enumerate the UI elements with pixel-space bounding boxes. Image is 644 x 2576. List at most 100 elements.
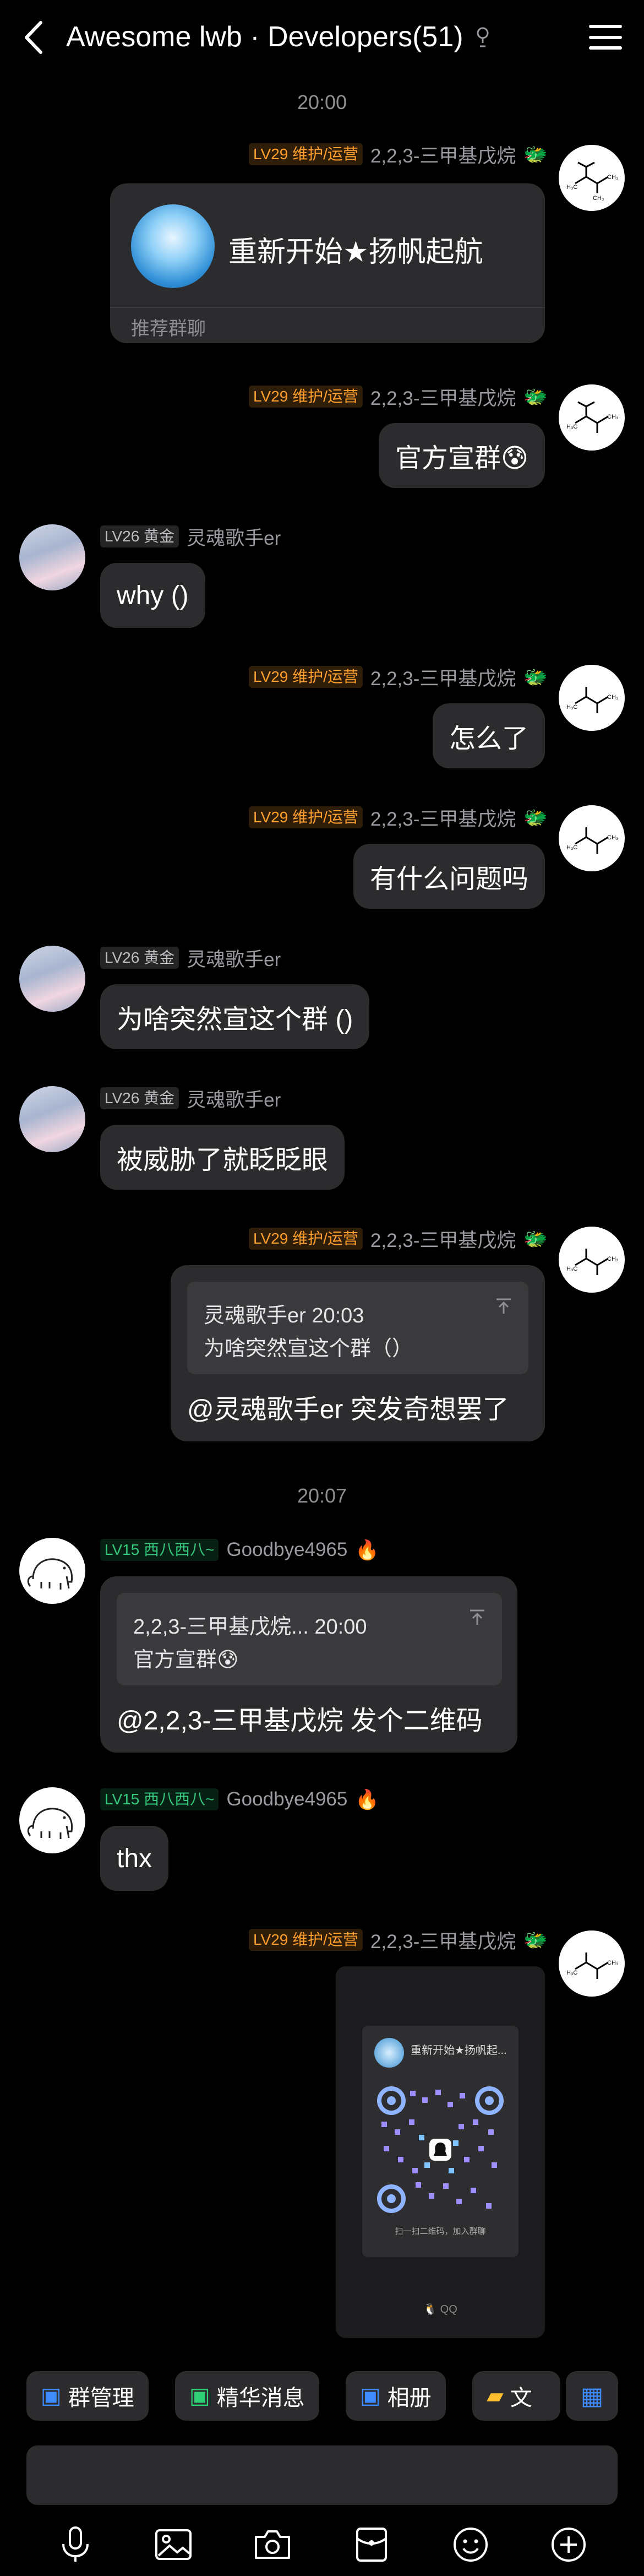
message-input[interactable] <box>26 2445 618 2505</box>
sender-meta: LV29 维护/运营 2,2,3-三甲基戊烷 🐲 <box>249 1227 548 1251</box>
microphone-icon[interactable] <box>53 2523 97 2567</box>
image-icon[interactable] <box>151 2523 195 2567</box>
sender-name[interactable]: 2,2,3-三甲基戊烷 <box>370 1926 516 1954</box>
sender-name[interactable]: 灵魂歌手er <box>187 1084 281 1113</box>
svg-text:CH₃: CH₃ <box>607 1256 618 1262</box>
album-icon: ▣ <box>360 2384 381 2408</box>
sender-icon: 🐲 <box>523 1228 548 1250</box>
svg-text:CH₃: CH₃ <box>607 414 618 420</box>
sender-meta: LV26 黄金 灵魂歌手er <box>100 946 281 970</box>
quoted-message[interactable]: 2,2,3-三甲基戊烷... 20:00 官方宣群😰 <box>117 1593 502 1685</box>
avatar[interactable] <box>19 1086 85 1152</box>
svg-text:CH₃: CH₃ <box>607 174 618 181</box>
svg-text:H₃C: H₃C <box>566 704 577 711</box>
quick-toolbar: ▣ 群管理 ▣ 精华消息 ▣ 相册 ▰ 文 ▦ <box>0 2360 644 2421</box>
sender-icon: 🐲 <box>523 143 548 165</box>
svg-text:CH₃: CH₃ <box>593 195 604 202</box>
reply-bubble[interactable]: 灵魂歌手er 20:03 为啥突然宣这个群（） @灵魂歌手er 突发奇想罢了 <box>171 1265 545 1441</box>
sender-icon: 🐲 <box>523 1929 548 1951</box>
album-button[interactable]: ▣ 相册 <box>346 2371 446 2421</box>
svg-text:CH₃: CH₃ <box>607 694 618 701</box>
sender-name[interactable]: 2,2,3-三甲基戊烷 <box>370 1225 516 1253</box>
qr-title: 重新开始★扬帆起... <box>411 2044 507 2057</box>
avatar[interactable] <box>19 1538 85 1604</box>
emoji-icon[interactable] <box>449 2523 493 2567</box>
sender-icon: 🔥 <box>355 1788 379 1810</box>
message-bubble[interactable]: why () <box>100 563 205 628</box>
highlight-message-icon: ▣ <box>189 2384 210 2408</box>
group-share-card[interactable]: 重新开始★扬帆起航 推荐群聊 <box>110 183 545 343</box>
sender-meta: LV29 维护/运营 2,2,3-三甲基戊烷 🐲 <box>249 804 548 832</box>
more-apps-button[interactable]: ▦ <box>566 2371 618 2421</box>
divider <box>110 307 545 308</box>
chat-title: Awesome lwb · Developers(51) <box>66 21 463 53</box>
avatar[interactable]: H₃C CH₃ <box>559 665 625 731</box>
sender-meta: LV29 维护/运营 2,2,3-三甲基戊烷 🐲 <box>249 140 548 169</box>
jump-to-top-icon[interactable] <box>494 1297 513 1316</box>
card-title: 重新开始★扬帆起航 <box>228 236 483 268</box>
group-manage-button[interactable]: ▣ 群管理 <box>26 2371 149 2421</box>
sender-meta: LV26 黄金 灵魂歌手er <box>100 1084 281 1113</box>
files-button[interactable]: ▰ 文 <box>472 2371 560 2421</box>
card-footer: 推荐群聊 <box>131 318 206 339</box>
sender-name[interactable]: 2,2,3-三甲基戊烷 <box>370 140 516 169</box>
level-badge: LV15 西八西八~ <box>100 1788 219 1810</box>
highlight-messages-button[interactable]: ▣ 精华消息 <box>175 2371 319 2421</box>
timestamp: 20:07 <box>297 1484 347 1507</box>
plus-icon[interactable] <box>547 2523 591 2567</box>
level-badge: LV29 维护/运营 <box>249 1929 363 1951</box>
camera-icon[interactable] <box>250 2523 294 2567</box>
sender-name[interactable]: 2,2,3-三甲基戊烷 <box>370 663 516 691</box>
chevron-left-icon <box>25 20 42 54</box>
sender-name[interactable]: 灵魂歌手er <box>187 523 281 551</box>
jump-to-top-icon[interactable] <box>468 1608 487 1627</box>
level-badge: LV29 维护/运营 <box>249 806 363 828</box>
avatar[interactable] <box>19 1787 85 1853</box>
avatar[interactable]: H₃C CH₃ <box>559 1930 625 1997</box>
red-packet-icon[interactable] <box>350 2523 394 2567</box>
avatar[interactable]: H₃C CH₃ CH₃ <box>559 145 625 211</box>
hamburger-menu-icon <box>589 25 622 28</box>
message-bubble[interactable]: 怎么了 <box>432 703 545 768</box>
qr-image-message[interactable]: 重新开始★扬帆起... 扫一扫二维码，加入群聊 🐧 QQ <box>336 1966 545 2338</box>
svg-text:H₃C: H₃C <box>566 1970 577 1976</box>
input-actions-bar <box>0 2517 644 2576</box>
robot-icon <box>474 26 491 48</box>
sender-name[interactable]: 2,2,3-三甲基戊烷 <box>370 804 516 832</box>
reply-bubble[interactable]: 2,2,3-三甲基戊烷... 20:00 官方宣群😰 @2,2,3-三甲基戊烷 … <box>100 1576 517 1753</box>
sender-name[interactable]: 2,2,3-三甲基戊烷 <box>370 383 516 411</box>
folder-icon: ▰ <box>487 2384 504 2408</box>
avatar[interactable] <box>19 524 85 590</box>
level-badge: LV26 黄金 <box>100 525 179 547</box>
avatar[interactable] <box>19 946 85 1012</box>
level-badge: LV26 黄金 <box>100 1087 179 1109</box>
sender-name[interactable]: Goodbye4965 <box>226 1539 347 1561</box>
message-bubble[interactable]: 官方宣群😰 <box>378 423 545 488</box>
level-badge: LV26 黄金 <box>100 947 179 969</box>
sender-name[interactable]: 灵魂歌手er <box>187 944 281 972</box>
avatar[interactable]: H₃C CH₃ <box>559 1227 625 1293</box>
level-badge: LV29 维护/运营 <box>249 143 363 165</box>
quoted-message[interactable]: 灵魂歌手er 20:03 为啥突然宣这个群（） <box>187 1282 528 1374</box>
level-badge: LV29 维护/运营 <box>249 1228 363 1250</box>
svg-text:CH₃: CH₃ <box>607 834 618 841</box>
svg-text:H₃C: H₃C <box>566 1266 577 1272</box>
message-bubble[interactable]: thx <box>100 1826 169 1891</box>
sender-icon: 🐲 <box>523 806 548 828</box>
chat-title-wrap[interactable]: Awesome lwb · Developers(51) <box>66 17 491 58</box>
message-bubble[interactable]: 为啥突然宣这个群 () <box>100 984 370 1049</box>
message-bubble[interactable]: 被威胁了就眨眨眼 <box>100 1125 345 1190</box>
level-badge: LV15 西八西八~ <box>100 1539 219 1561</box>
avatar[interactable]: H₃C CH₃ <box>559 384 625 451</box>
reply-text: @灵魂歌手er 突发奇想罢了 <box>187 1395 509 1424</box>
level-badge: LV29 维护/运营 <box>249 666 363 688</box>
message-bubble[interactable]: 有什么问题吗 <box>353 844 545 909</box>
timestamp: 20:00 <box>297 91 347 113</box>
sender-icon: 🐲 <box>523 666 548 688</box>
sender-name[interactable]: Goodbye4965 <box>226 1788 347 1810</box>
avatar[interactable]: H₃C CH₃ <box>559 805 625 871</box>
back-button[interactable] <box>22 19 50 55</box>
menu-button[interactable] <box>589 22 622 52</box>
qq-logo: 🐧 QQ <box>423 2303 457 2315</box>
sender-meta: LV29 维护/运营 2,2,3-三甲基戊烷 🐲 <box>249 663 548 691</box>
